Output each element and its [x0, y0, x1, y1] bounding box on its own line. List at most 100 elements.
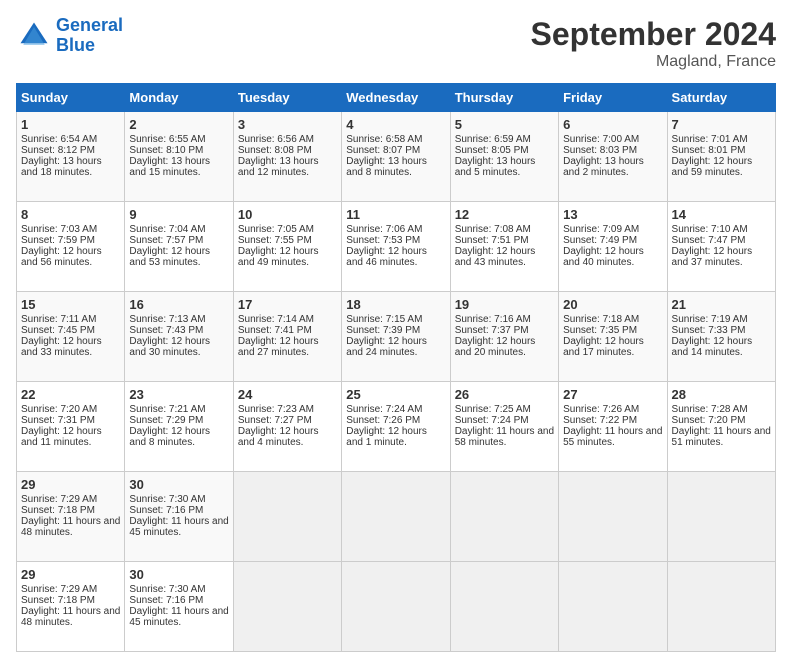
logo-icon — [16, 18, 52, 54]
sunset-text: Sunset: 7:41 PM — [238, 325, 337, 336]
daylight-text: Daylight: 13 hours and 2 minutes. — [563, 156, 662, 178]
daylight-text: Daylight: 12 hours and 37 minutes. — [672, 246, 771, 268]
table-row: 7Sunrise: 7:01 AMSunset: 8:01 PMDaylight… — [667, 112, 775, 202]
week-row: 1Sunrise: 6:54 AMSunset: 8:12 PMDaylight… — [17, 112, 776, 202]
daylight-text: Daylight: 12 hours and 56 minutes. — [21, 246, 120, 268]
table-row — [559, 562, 667, 652]
daylight-text: Daylight: 12 hours and 33 minutes. — [21, 336, 120, 358]
sunrise-text: Sunrise: 7:21 AM — [129, 404, 228, 415]
day-number: 4 — [346, 117, 445, 132]
table-row — [559, 472, 667, 562]
col-tuesday: Tuesday — [233, 84, 341, 112]
sunrise-text: Sunrise: 6:55 AM — [129, 134, 228, 145]
col-saturday: Saturday — [667, 84, 775, 112]
table-row: 30Sunrise: 7:30 AMSunset: 7:16 PMDayligh… — [125, 472, 233, 562]
day-number: 28 — [672, 387, 771, 402]
day-number: 19 — [455, 297, 554, 312]
table-row: 27Sunrise: 7:26 AMSunset: 7:22 PMDayligh… — [559, 382, 667, 472]
table-row: 23Sunrise: 7:21 AMSunset: 7:29 PMDayligh… — [125, 382, 233, 472]
table-row: 3Sunrise: 6:56 AMSunset: 8:08 PMDaylight… — [233, 112, 341, 202]
sunset-text: Sunset: 7:55 PM — [238, 235, 337, 246]
week-row: 22Sunrise: 7:20 AMSunset: 7:31 PMDayligh… — [17, 382, 776, 472]
sunset-text: Sunset: 7:47 PM — [672, 235, 771, 246]
daylight-text: Daylight: 13 hours and 15 minutes. — [129, 156, 228, 178]
daylight-text: Daylight: 12 hours and 24 minutes. — [346, 336, 445, 358]
daylight-text: Daylight: 11 hours and 48 minutes. — [21, 516, 120, 538]
day-number: 13 — [563, 207, 662, 222]
table-row: 15Sunrise: 7:11 AMSunset: 7:45 PMDayligh… — [17, 292, 125, 382]
day-number: 17 — [238, 297, 337, 312]
table-row: 13Sunrise: 7:09 AMSunset: 7:49 PMDayligh… — [559, 202, 667, 292]
sunset-text: Sunset: 7:18 PM — [21, 505, 120, 516]
sunset-text: Sunset: 7:39 PM — [346, 325, 445, 336]
sunrise-text: Sunrise: 6:54 AM — [21, 134, 120, 145]
sunrise-text: Sunrise: 7:14 AM — [238, 314, 337, 325]
daylight-text: Daylight: 12 hours and 59 minutes. — [672, 156, 771, 178]
daylight-text: Daylight: 12 hours and 20 minutes. — [455, 336, 554, 358]
logo: General Blue — [16, 16, 123, 56]
col-friday: Friday — [559, 84, 667, 112]
table-row: 5Sunrise: 6:59 AMSunset: 8:05 PMDaylight… — [450, 112, 558, 202]
daylight-text: Daylight: 11 hours and 48 minutes. — [21, 606, 120, 628]
week-row: 29Sunrise: 7:29 AMSunset: 7:18 PMDayligh… — [17, 562, 776, 652]
sunset-text: Sunset: 7:16 PM — [129, 595, 228, 606]
day-number: 2 — [129, 117, 228, 132]
daylight-text: Daylight: 11 hours and 45 minutes. — [129, 606, 228, 628]
sunset-text: Sunset: 8:10 PM — [129, 145, 228, 156]
daylight-text: Daylight: 12 hours and 30 minutes. — [129, 336, 228, 358]
title-block: September 2024 Magland, France — [531, 16, 776, 71]
daylight-text: Daylight: 11 hours and 51 minutes. — [672, 426, 771, 448]
location: Magland, France — [531, 53, 776, 71]
table-row: 19Sunrise: 7:16 AMSunset: 7:37 PMDayligh… — [450, 292, 558, 382]
day-number: 27 — [563, 387, 662, 402]
day-number: 10 — [238, 207, 337, 222]
sunrise-text: Sunrise: 7:15 AM — [346, 314, 445, 325]
table-row: 11Sunrise: 7:06 AMSunset: 7:53 PMDayligh… — [342, 202, 450, 292]
sunrise-text: Sunrise: 7:20 AM — [21, 404, 120, 415]
table-row: 10Sunrise: 7:05 AMSunset: 7:55 PMDayligh… — [233, 202, 341, 292]
daylight-text: Daylight: 12 hours and 4 minutes. — [238, 426, 337, 448]
page-header: General Blue September 2024 Magland, Fra… — [16, 16, 776, 71]
sunset-text: Sunset: 7:37 PM — [455, 325, 554, 336]
day-number: 30 — [129, 567, 228, 582]
table-row: 24Sunrise: 7:23 AMSunset: 7:27 PMDayligh… — [233, 382, 341, 472]
sunset-text: Sunset: 7:31 PM — [21, 415, 120, 426]
day-number: 3 — [238, 117, 337, 132]
day-number: 5 — [455, 117, 554, 132]
sunset-text: Sunset: 8:03 PM — [563, 145, 662, 156]
sunset-text: Sunset: 7:53 PM — [346, 235, 445, 246]
header-row: Sunday Monday Tuesday Wednesday Thursday… — [17, 84, 776, 112]
table-row: 26Sunrise: 7:25 AMSunset: 7:24 PMDayligh… — [450, 382, 558, 472]
table-row: 12Sunrise: 7:08 AMSunset: 7:51 PMDayligh… — [450, 202, 558, 292]
sunrise-text: Sunrise: 7:00 AM — [563, 134, 662, 145]
sunrise-text: Sunrise: 7:06 AM — [346, 224, 445, 235]
day-number: 14 — [672, 207, 771, 222]
sunset-text: Sunset: 7:35 PM — [563, 325, 662, 336]
daylight-text: Daylight: 12 hours and 46 minutes. — [346, 246, 445, 268]
table-row — [450, 562, 558, 652]
daylight-text: Daylight: 12 hours and 1 minute. — [346, 426, 445, 448]
logo-line2: Blue — [56, 35, 95, 55]
sunrise-text: Sunrise: 7:13 AM — [129, 314, 228, 325]
sunset-text: Sunset: 7:27 PM — [238, 415, 337, 426]
daylight-text: Daylight: 12 hours and 8 minutes. — [129, 426, 228, 448]
sunrise-text: Sunrise: 7:10 AM — [672, 224, 771, 235]
daylight-text: Daylight: 13 hours and 18 minutes. — [21, 156, 120, 178]
table-row: 8Sunrise: 7:03 AMSunset: 7:59 PMDaylight… — [17, 202, 125, 292]
daylight-text: Daylight: 12 hours and 40 minutes. — [563, 246, 662, 268]
table-row: 30Sunrise: 7:30 AMSunset: 7:16 PMDayligh… — [125, 562, 233, 652]
day-number: 30 — [129, 477, 228, 492]
sunrise-text: Sunrise: 6:56 AM — [238, 134, 337, 145]
sunset-text: Sunset: 7:18 PM — [21, 595, 120, 606]
sunrise-text: Sunrise: 7:29 AM — [21, 494, 120, 505]
day-number: 9 — [129, 207, 228, 222]
table-row — [450, 472, 558, 562]
sunrise-text: Sunrise: 7:18 AM — [563, 314, 662, 325]
sunset-text: Sunset: 7:20 PM — [672, 415, 771, 426]
day-number: 21 — [672, 297, 771, 312]
table-row — [342, 472, 450, 562]
sunrise-text: Sunrise: 7:04 AM — [129, 224, 228, 235]
day-number: 24 — [238, 387, 337, 402]
sunset-text: Sunset: 7:29 PM — [129, 415, 228, 426]
table-row: 18Sunrise: 7:15 AMSunset: 7:39 PMDayligh… — [342, 292, 450, 382]
